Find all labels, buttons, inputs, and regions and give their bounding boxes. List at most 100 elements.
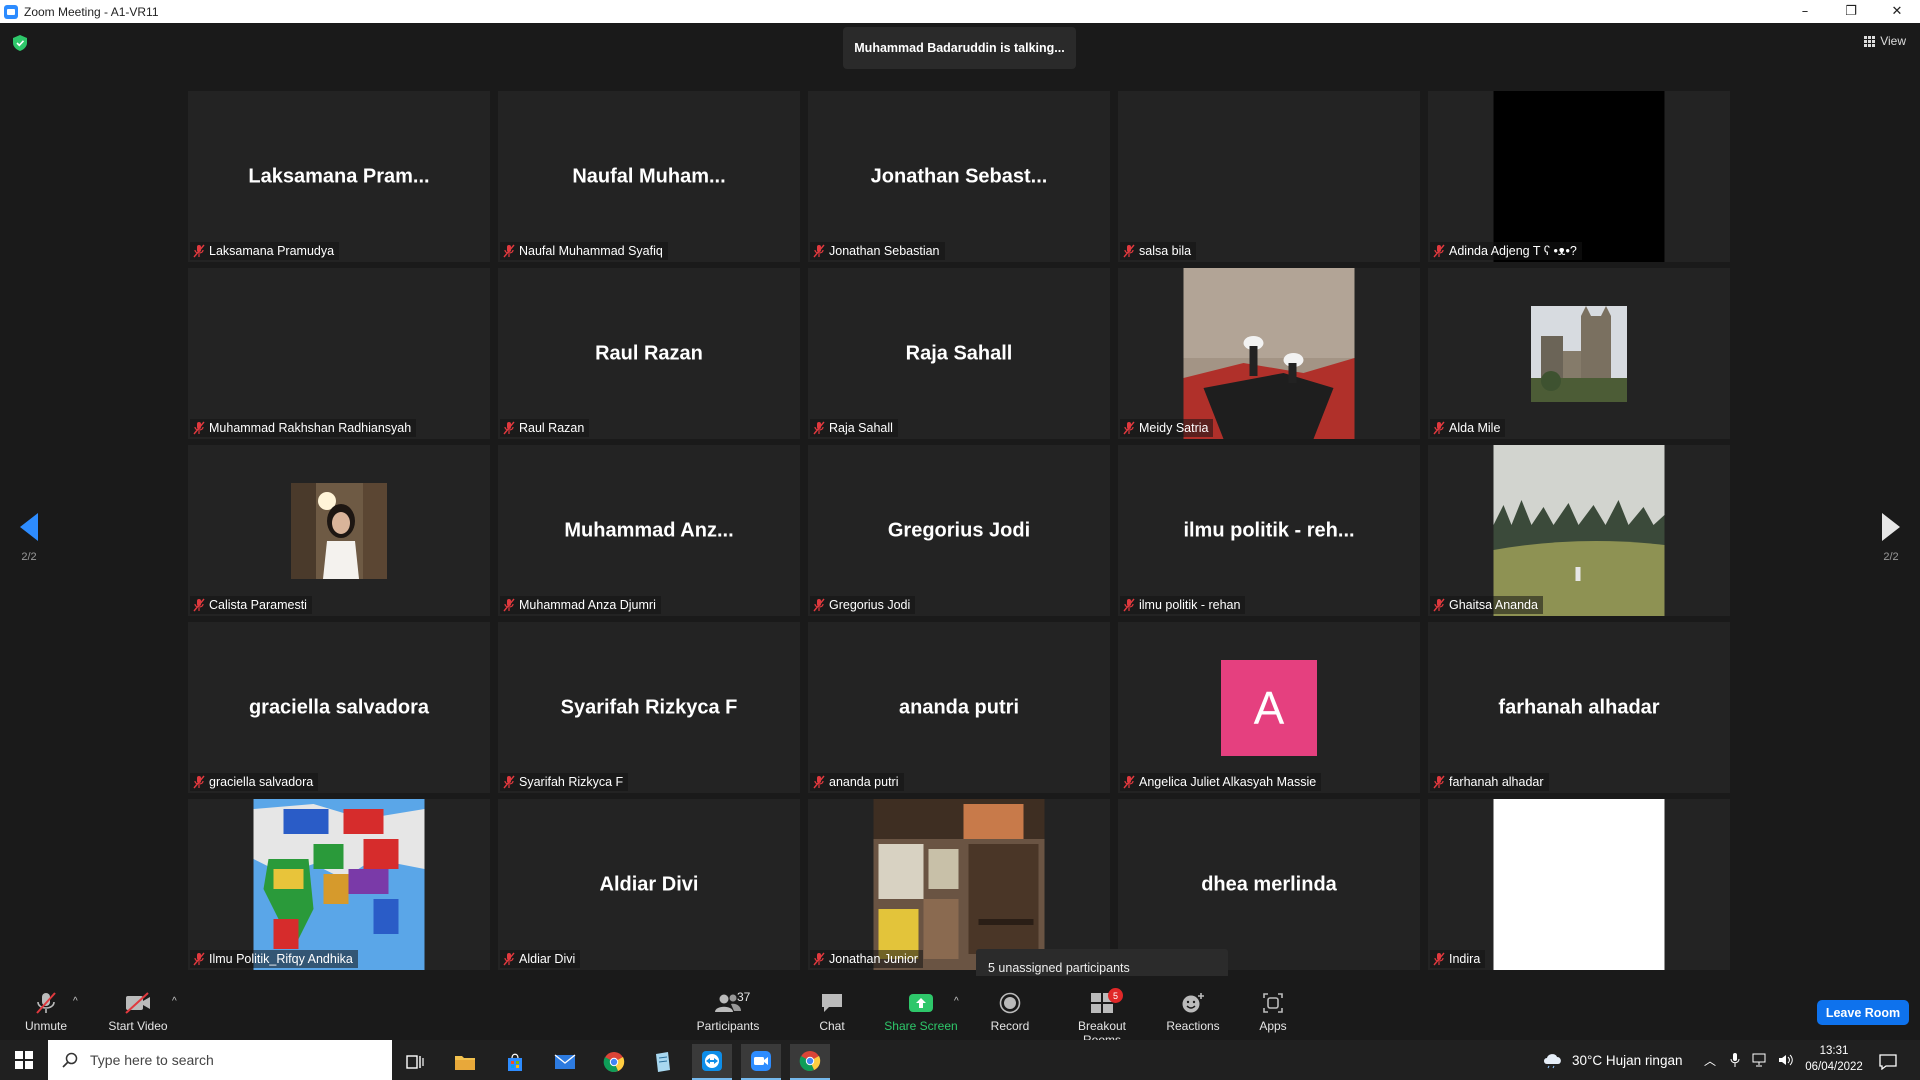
taskbar-search-box[interactable]: Type here to search <box>48 1040 392 1080</box>
taskbar-store[interactable] <box>495 1044 535 1080</box>
participant-tile[interactable]: Gregorius Jodi Gregorius Jodi <box>808 445 1110 616</box>
participant-name-bar: Muhammad Anza Djumri <box>500 596 661 614</box>
participant-tile[interactable]: Jonathan Junior <box>808 799 1110 970</box>
share-screen-icon <box>909 994 933 1012</box>
smiley-plus-icon <box>1182 993 1204 1013</box>
next-page-button[interactable]: 2/2 <box>1876 513 1906 563</box>
apps-icon <box>1263 993 1283 1013</box>
participant-tile[interactable]: ananda putri ananda putri <box>808 622 1110 793</box>
view-button[interactable]: View <box>1864 34 1906 48</box>
chat-button[interactable]: Chat <box>792 990 872 1033</box>
security-shield-icon[interactable] <box>13 35 27 51</box>
breakout-rooms-button[interactable]: 5 Breakout Rooms <box>1062 988 1142 1047</box>
taskbar-file-explorer[interactable] <box>445 1044 485 1080</box>
participant-display-name: farhanah alhadar <box>1498 696 1660 718</box>
participant-tile[interactable]: Muhammad Rakhshan Radhiansyah <box>188 268 490 439</box>
participant-name-bar: ilmu politik - rehan <box>1120 596 1246 614</box>
participant-gallery: Laksamana Pram... Laksamana Pramudya Nau… <box>188 91 1734 970</box>
participant-name-bar: Adinda Adjeng T ʕ •ᴥ•? <box>1430 242 1582 260</box>
profile-picture <box>291 482 387 579</box>
participant-tile[interactable]: Syarifah Rizkyca F Syarifah Rizkyca F <box>498 622 800 793</box>
participant-tile[interactable]: graciella salvadora graciella salvadora <box>188 622 490 793</box>
participant-name: Jonathan Junior <box>829 952 918 966</box>
meeting-toolbar: Unmute ^ Start Video ^ 37 Participants C… <box>0 976 1920 1047</box>
mic-muted-icon <box>503 952 515 966</box>
taskbar-notepad[interactable] <box>643 1044 683 1080</box>
mic-muted-icon <box>813 775 825 789</box>
record-button[interactable]: Record <box>970 990 1050 1033</box>
participant-display-name: Gregorius Jodi <box>887 519 1031 541</box>
participant-tile[interactable]: ilmu politik - reh... ilmu politik - reh… <box>1118 445 1420 616</box>
notification-center-button[interactable] <box>1868 1044 1908 1080</box>
taskbar-mail[interactable] <box>545 1044 585 1080</box>
participant-name-bar: salsa bila <box>1120 242 1197 260</box>
weather-widget[interactable]: 30°C Hujan ringan <box>1542 1040 1682 1080</box>
mic-muted-icon <box>1433 952 1445 966</box>
participant-display-name: dhea merlinda <box>1201 873 1337 895</box>
participant-name: Calista Paramesti <box>209 598 307 612</box>
participant-tile[interactable]: Meidy Satria <box>1118 268 1420 439</box>
participant-name-bar: Angelica Juliet Alkasyah Massie <box>1120 773 1322 791</box>
mic-muted-icon <box>1433 244 1445 258</box>
participant-tile[interactable]: farhanah alhadar farhanah alhadar <box>1428 622 1730 793</box>
mic-muted-icon <box>36 992 56 1014</box>
participant-tile[interactable]: Ilmu Politik_Rifqy Andhika <box>188 799 490 970</box>
participant-tile[interactable]: Naufal Muham... Naufal Muhammad Syafiq <box>498 91 800 262</box>
participant-tile[interactable]: Jonathan Sebast... Jonathan Sebastian <box>808 91 1110 262</box>
network-icon[interactable] <box>1752 1053 1768 1067</box>
participant-tile[interactable]: Aldiar Divi Aldiar Divi <box>498 799 800 970</box>
participant-tile[interactable]: Calista Paramesti <box>188 445 490 616</box>
chevron-up-icon[interactable]: ︿ <box>1704 1052 1716 1069</box>
apps-button[interactable]: Apps <box>1233 990 1313 1033</box>
leave-room-button[interactable]: Leave Room <box>1817 1000 1909 1025</box>
close-button[interactable]: ✕ <box>1874 0 1920 23</box>
participant-tile[interactable]: A Angelica Juliet Alkasyah Massie <box>1118 622 1420 793</box>
audio-options-caret[interactable]: ^ <box>73 996 78 1007</box>
participant-tile[interactable]: Alda Mile <box>1428 268 1730 439</box>
taskbar-teamviewer[interactable] <box>692 1044 732 1080</box>
restore-button[interactable]: ❐ <box>1828 0 1874 23</box>
task-view-button[interactable] <box>395 1044 435 1080</box>
microphone-icon[interactable] <box>1730 1052 1740 1068</box>
participant-name-bar: ananda putri <box>810 773 904 791</box>
previous-page-button[interactable]: 2/2 <box>14 513 44 563</box>
participant-tile[interactable]: Indira <box>1428 799 1730 970</box>
taskbar-clock[interactable]: 13:31 06/04/2022 <box>1794 1043 1874 1075</box>
taskbar-chrome[interactable] <box>594 1044 634 1080</box>
view-label: View <box>1880 34 1906 48</box>
participant-name: Adinda Adjeng T ʕ •ᴥ•? <box>1449 244 1577 258</box>
profile-picture <box>1531 305 1627 402</box>
video-options-caret[interactable]: ^ <box>172 996 177 1007</box>
start-button[interactable] <box>0 1040 48 1080</box>
participant-display-name: Laksamana Pram... <box>248 165 430 187</box>
participants-button[interactable]: 37 Participants <box>688 990 768 1033</box>
participant-tile[interactable]: Adinda Adjeng T ʕ •ᴥ•? <box>1428 91 1730 262</box>
participant-name: ananda putri <box>829 775 899 789</box>
participant-tile[interactable]: salsa bila <box>1118 91 1420 262</box>
participants-count: 37 <box>737 990 751 1004</box>
notepad-icon <box>656 1052 670 1072</box>
minimize-button[interactable]: – <box>1782 0 1828 23</box>
participant-name: Aldiar Divi <box>519 952 576 966</box>
share-options-caret[interactable]: ^ <box>954 996 959 1007</box>
participant-tile[interactable]: dhea merlinda <box>1118 799 1420 970</box>
mic-muted-icon <box>1123 421 1135 435</box>
participant-tile[interactable]: Laksamana Pram... Laksamana Pramudya <box>188 91 490 262</box>
participant-name-bar: Laksamana Pramudya <box>190 242 340 260</box>
taskbar-chrome-2[interactable] <box>790 1044 830 1080</box>
participant-name-bar: Indira <box>1430 950 1486 968</box>
participant-name: Ghaitsa Ananda <box>1449 598 1538 612</box>
avatar: A <box>1221 659 1317 756</box>
start-video-button[interactable]: Start Video <box>98 990 178 1033</box>
participant-tile[interactable]: Raja Sahall Raja Sahall <box>808 268 1110 439</box>
participant-tile[interactable]: Muhammad Anz... Muhammad Anza Djumri <box>498 445 800 616</box>
participant-tile[interactable]: Ghaitsa Ananda <box>1428 445 1730 616</box>
reactions-button[interactable]: Reactions <box>1153 990 1233 1033</box>
mic-muted-icon <box>1433 598 1445 612</box>
clock-date: 06/04/2022 <box>1805 1061 1863 1073</box>
share-screen-label: Share Screen <box>884 1019 958 1033</box>
participant-tile[interactable]: Raul Razan Raul Razan <box>498 268 800 439</box>
share-screen-button[interactable]: Share Screen <box>881 990 961 1033</box>
volume-icon[interactable] <box>1778 1053 1794 1067</box>
taskbar-zoom[interactable] <box>741 1044 781 1080</box>
